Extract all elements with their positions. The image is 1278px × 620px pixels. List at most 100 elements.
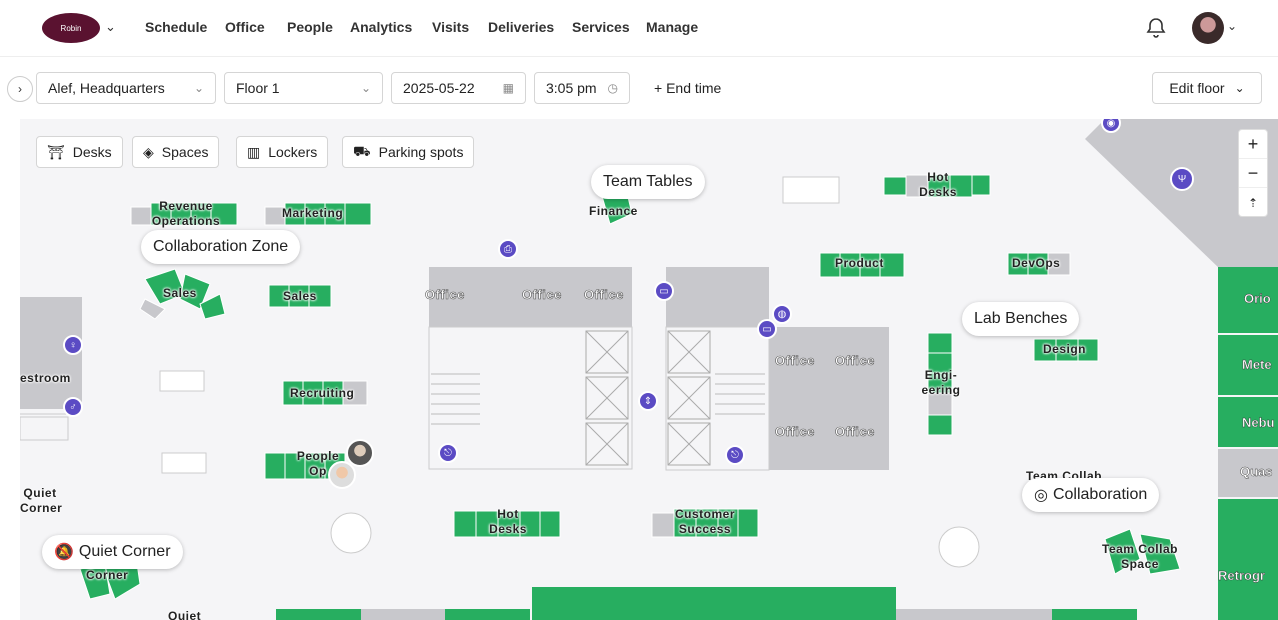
zone-quiet-corner[interactable]: Quiet Corner <box>20 486 62 516</box>
user-avatar[interactable] <box>1192 12 1224 44</box>
screen-icon[interactable]: ▭ <box>654 281 674 301</box>
end-time-button[interactable]: + End time <box>654 80 721 96</box>
nav-schedule[interactable]: Schedule <box>145 19 207 35</box>
nav-people[interactable]: People <box>287 19 333 35</box>
office-label[interactable]: Office <box>835 353 875 369</box>
filter-parking-button[interactable]: ⛟ Parking spots <box>342 136 475 168</box>
chevron-down-icon: ⌄ <box>360 81 371 95</box>
restroom-icon[interactable]: ♂ <box>63 397 83 417</box>
compass-button[interactable]: ⇡ <box>1239 188 1267 217</box>
zone-engineering[interactable]: Engi- eering <box>920 368 962 398</box>
elevator-icon[interactable]: ⇕ <box>638 391 658 411</box>
restroom-icon[interactable]: ♀ <box>63 335 83 355</box>
office-block-b <box>666 267 769 327</box>
zone-recruiting[interactable]: Recruiting <box>290 386 354 401</box>
occupant-avatar[interactable] <box>328 461 356 489</box>
chevron-right-icon: › <box>18 82 22 96</box>
zoom-out-button[interactable]: − <box>1239 159 1267 188</box>
bubble-label: Collaboration <box>1052 486 1148 503</box>
date-value: 2025-05-22 <box>403 80 475 96</box>
edit-floor-label: Edit floor <box>1169 80 1225 96</box>
edit-floor-button[interactable]: Edit floor ⌄ <box>1152 72 1262 104</box>
target-icon: ◎ <box>1034 487 1048 504</box>
zone-product[interactable]: Product <box>835 256 884 271</box>
calendar-icon: ▦ <box>502 81 514 95</box>
nav-manage[interactable]: Manage <box>646 19 698 35</box>
chevron-down-icon[interactable]: ⌄ <box>1227 19 1237 33</box>
top-navigation: Robin ⌄ Schedule Office People Analytics… <box>0 0 1278 57</box>
chevron-down-icon[interactable]: ⌄ <box>105 19 116 35</box>
location-value: Alef, Headquarters <box>48 80 165 96</box>
zone-quiet[interactable]: Quiet <box>168 609 201 620</box>
zone-devops[interactable]: DevOps <box>1012 256 1060 271</box>
nav-analytics[interactable]: Analytics <box>350 19 412 35</box>
room-label-orio[interactable]: Orio <box>1244 291 1271 306</box>
floor-select[interactable]: Floor 1 ⌄ <box>224 72 383 104</box>
bubble-collaboration-zone[interactable]: Collaboration Zone <box>141 230 301 264</box>
zone-team-collab-space[interactable]: Team Collab Space <box>1098 542 1182 572</box>
bubble-team-tables[interactable]: Team Tables <box>591 165 705 199</box>
chevron-down-icon: ⌄ <box>1234 81 1245 95</box>
office-label[interactable]: Office <box>522 287 562 303</box>
cube-icon: ◈ <box>143 143 154 160</box>
bell-icon[interactable] <box>1144 16 1168 40</box>
office-label[interactable]: Office <box>425 287 465 303</box>
screen-icon[interactable]: ▭ <box>757 319 777 339</box>
robin-logo[interactable]: Robin <box>42 13 100 43</box>
nav-deliveries[interactable]: Deliveries <box>488 19 554 35</box>
bubble-collaboration[interactable]: ◎ Collaboration <box>1022 478 1160 512</box>
zoom-in-button[interactable]: + <box>1239 130 1267 159</box>
locker-icon: ▥ <box>247 143 261 160</box>
bubble-lab-benches[interactable]: Lab Benches <box>962 302 1080 336</box>
mute-icon: 🔕 <box>54 544 74 561</box>
water-icon[interactable]: ◍ <box>772 304 792 324</box>
filter-label: Lockers <box>268 144 318 160</box>
office-label[interactable]: Office <box>584 287 624 303</box>
stairs-icon[interactable]: ⎋ <box>725 445 745 465</box>
bubble-label: Quiet Corner <box>78 543 171 560</box>
room-label-nebu[interactable]: Nebu <box>1242 415 1275 430</box>
zone-design[interactable]: Design <box>1043 342 1086 357</box>
filter-lockers-button[interactable]: ▥ Lockers <box>236 136 329 168</box>
zone-revenue-operations[interactable]: Revenue Operations <box>148 199 224 229</box>
floor-value: Floor 1 <box>236 80 280 96</box>
office-label[interactable]: Office <box>775 353 815 369</box>
car-icon: ⛟ <box>353 142 371 159</box>
zone-customer-success[interactable]: Customer Success <box>670 507 740 537</box>
room-retrogr <box>1218 499 1278 620</box>
filter-desks-button[interactable]: ⛩ Desks <box>36 136 123 168</box>
office-label[interactable]: Office <box>835 424 875 440</box>
room-label-retrogr[interactable]: Retrogr <box>1218 568 1265 583</box>
sidebar-toggle-button[interactable]: › <box>7 76 33 102</box>
dining-icon[interactable]: Ψ <box>1170 167 1194 191</box>
printer-icon[interactable]: ⎙ <box>498 239 518 259</box>
zone-sales[interactable]: Sales <box>163 286 197 301</box>
nav-visits[interactable]: Visits <box>432 19 469 35</box>
zone-corner[interactable]: Corner <box>86 568 128 583</box>
date-picker[interactable]: 2025-05-22 ▦ <box>391 72 526 104</box>
zone-hot-desks-bottom[interactable]: Hot Desks <box>488 507 528 537</box>
filter-spaces-button[interactable]: ◈ Spaces <box>132 136 220 168</box>
nav-office[interactable]: Office <box>225 19 265 35</box>
office-block-c <box>769 327 889 470</box>
filter-label: Spaces <box>161 144 209 160</box>
filter-label: Desks <box>72 144 112 160</box>
time-value: 3:05 pm <box>546 80 597 96</box>
zone-restroom[interactable]: estroom <box>20 371 71 386</box>
zone-sales[interactable]: Sales <box>283 289 317 304</box>
room-label-mete[interactable]: Mete <box>1242 357 1272 372</box>
desk-icon: ⛩ <box>47 143 65 160</box>
room-label-quas[interactable]: Quas <box>1240 464 1273 479</box>
zone-finance[interactable]: Finance <box>589 204 638 219</box>
zone-hot-desks[interactable]: Hot Desks <box>918 170 958 200</box>
location-select[interactable]: Alef, Headquarters ⌄ <box>36 72 216 104</box>
nav-services[interactable]: Services <box>572 19 630 35</box>
office-label[interactable]: Office <box>775 424 815 440</box>
time-picker[interactable]: 3:05 pm ◷ <box>534 72 630 104</box>
zone-marketing[interactable]: Marketing <box>282 206 343 221</box>
stairs-icon[interactable]: ⎋ <box>438 443 458 463</box>
zoom-control: + − ⇡ <box>1238 129 1268 217</box>
bubble-quiet-corner[interactable]: 🔕 Quiet Corner <box>42 535 183 569</box>
logo-text: Robin <box>60 23 82 33</box>
filter-label: Parking spots <box>378 144 464 160</box>
